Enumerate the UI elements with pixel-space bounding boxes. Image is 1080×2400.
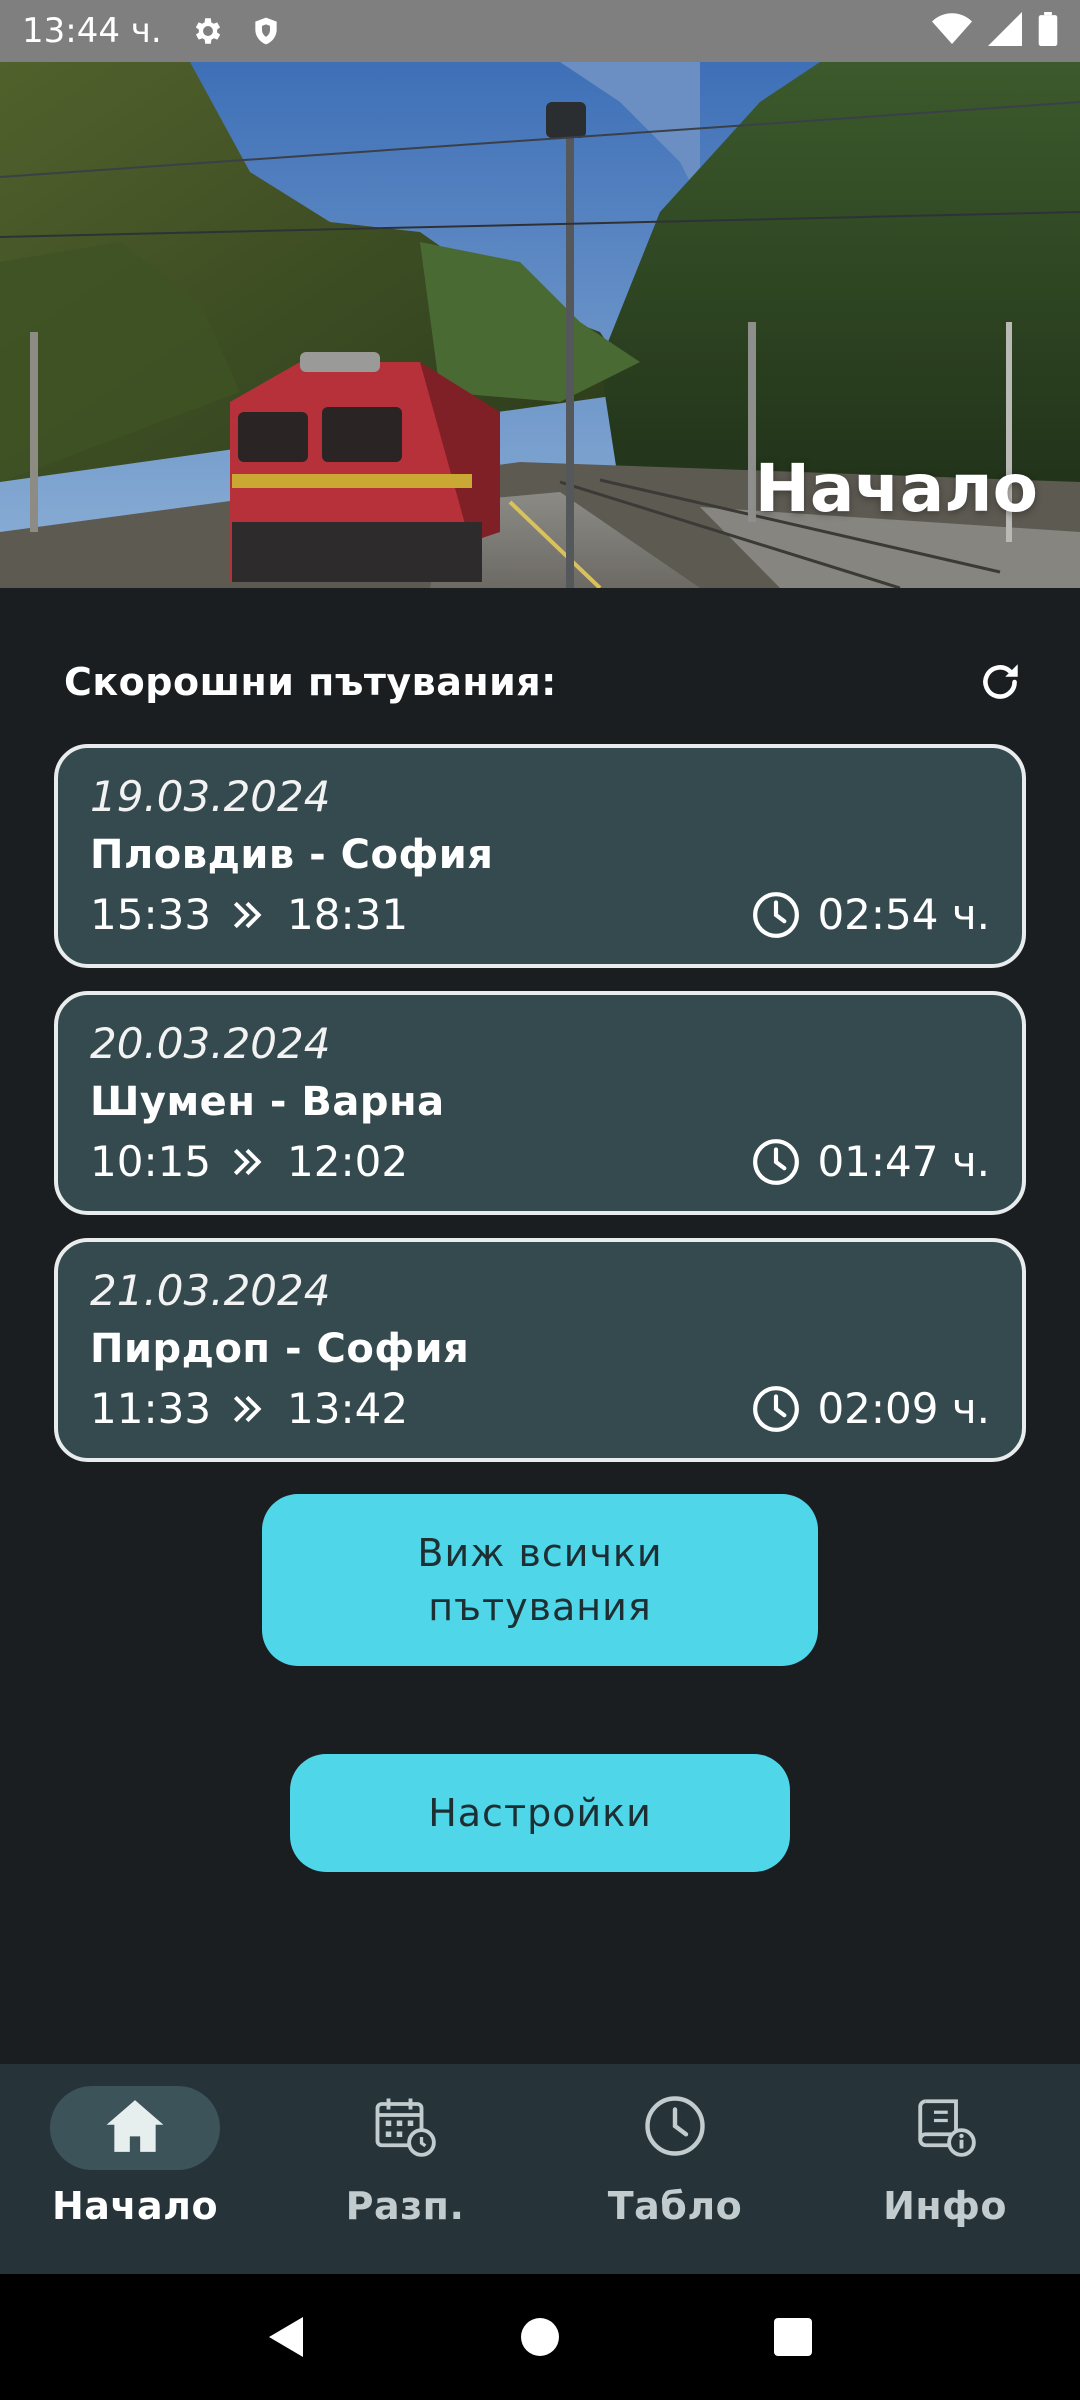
system-navigation-bar <box>0 2274 1080 2400</box>
nav-label: Начало <box>51 2184 219 2228</box>
home-icon <box>104 2097 166 2159</box>
recents-square-icon[interactable] <box>763 2307 823 2367</box>
duration-value: 01:47 ч. <box>817 1137 990 1186</box>
info-book-icon <box>912 2093 978 2163</box>
calendar-clock-icon <box>372 2093 438 2163</box>
battery-icon <box>1038 12 1058 50</box>
trip-card[interactable]: 20.03.2024 Шумен - Варна 10:15 12:02 01:… <box>54 991 1026 1215</box>
trip-duration: 02:54 ч. <box>751 886 990 944</box>
trip-duration: 01:47 ч. <box>751 1133 990 1191</box>
trip-route: Шумен - Варна <box>90 1079 445 1125</box>
nav-item-board[interactable]: Табло <box>540 2064 810 2274</box>
trip-date: 20.03.2024 <box>90 1019 331 1068</box>
nav-label: Табло <box>607 2184 743 2228</box>
trip-times: 11:33 13:42 02:09 ч. <box>90 1380 990 1438</box>
settings-gear-icon <box>190 13 226 49</box>
refresh-icon[interactable] <box>972 654 1028 710</box>
clock-icon <box>751 888 805 942</box>
page-title: Начало <box>754 450 1038 527</box>
home-circle-icon[interactable] <box>510 2307 570 2367</box>
trip-route: Пирдоп - София <box>90 1326 470 1372</box>
arrival-time: 18:31 <box>287 890 409 939</box>
duration-value: 02:54 ч. <box>817 890 990 939</box>
nav-label: Инфо <box>883 2184 1007 2228</box>
clock-icon <box>751 1135 805 1189</box>
cellular-signal-icon <box>988 12 1022 50</box>
trip-times: 15:33 18:31 02:54 ч. <box>90 886 990 944</box>
trip-date: 21.03.2024 <box>90 1266 331 1315</box>
view-all-trips-label-line2: пътувания <box>428 1585 652 1629</box>
trip-times: 10:15 12:02 01:47 ч. <box>90 1133 990 1191</box>
back-icon[interactable] <box>257 2307 317 2367</box>
trip-card[interactable]: 19.03.2024 Пловдив - София 15:33 18:31 0… <box>54 744 1026 968</box>
trip-card[interactable]: 21.03.2024 Пирдоп - София 11:33 13:42 02… <box>54 1238 1026 1462</box>
trip-route: Пловдив - София <box>90 832 494 878</box>
shield-icon <box>248 13 284 49</box>
view-all-trips-button[interactable]: Виж всички пътувания <box>262 1494 818 1666</box>
double-chevron-right-icon <box>227 1140 271 1184</box>
clock-icon <box>642 2093 708 2163</box>
departure-time: 11:33 <box>90 1384 212 1433</box>
departure-time: 10:15 <box>90 1137 212 1186</box>
nav-active-indicator <box>50 2086 220 2170</box>
settings-button-label: Настройки <box>428 1791 652 1835</box>
clock-icon <box>751 1382 805 1436</box>
arrival-time: 12:02 <box>287 1137 409 1186</box>
trip-date: 19.03.2024 <box>90 772 331 821</box>
status-bar: 13:44 ч. <box>0 0 1080 62</box>
double-chevron-right-icon <box>227 1387 271 1431</box>
nav-label: Разп. <box>345 2184 465 2228</box>
status-time: 13:44 ч. <box>22 11 162 51</box>
settings-button[interactable]: Настройки <box>290 1754 790 1872</box>
view-all-trips-label-line1: Виж всички <box>417 1531 663 1575</box>
departure-time: 15:33 <box>90 890 212 939</box>
wifi-icon <box>932 12 972 50</box>
nav-item-info[interactable]: Инфо <box>810 2064 1080 2274</box>
double-chevron-right-icon <box>227 893 271 937</box>
arrival-time: 13:42 <box>287 1384 409 1433</box>
app-screen: 13:44 ч. Начало Скорошни пътувания: 19.0… <box>0 0 1080 2400</box>
recent-trips-title: Скорошни пътувания: <box>64 660 557 704</box>
hero-banner: Начало <box>0 62 1080 588</box>
duration-value: 02:09 ч. <box>817 1384 990 1433</box>
recent-trips-header: Скорошни пътувания: <box>64 652 1028 712</box>
trip-duration: 02:09 ч. <box>751 1380 990 1438</box>
nav-item-schedule[interactable]: Разп. <box>270 2064 540 2274</box>
bottom-navigation: Начало Разп. Табло Инфо <box>0 2064 1080 2274</box>
status-indicators <box>932 12 1058 50</box>
nav-item-home[interactable]: Начало <box>0 2064 270 2274</box>
